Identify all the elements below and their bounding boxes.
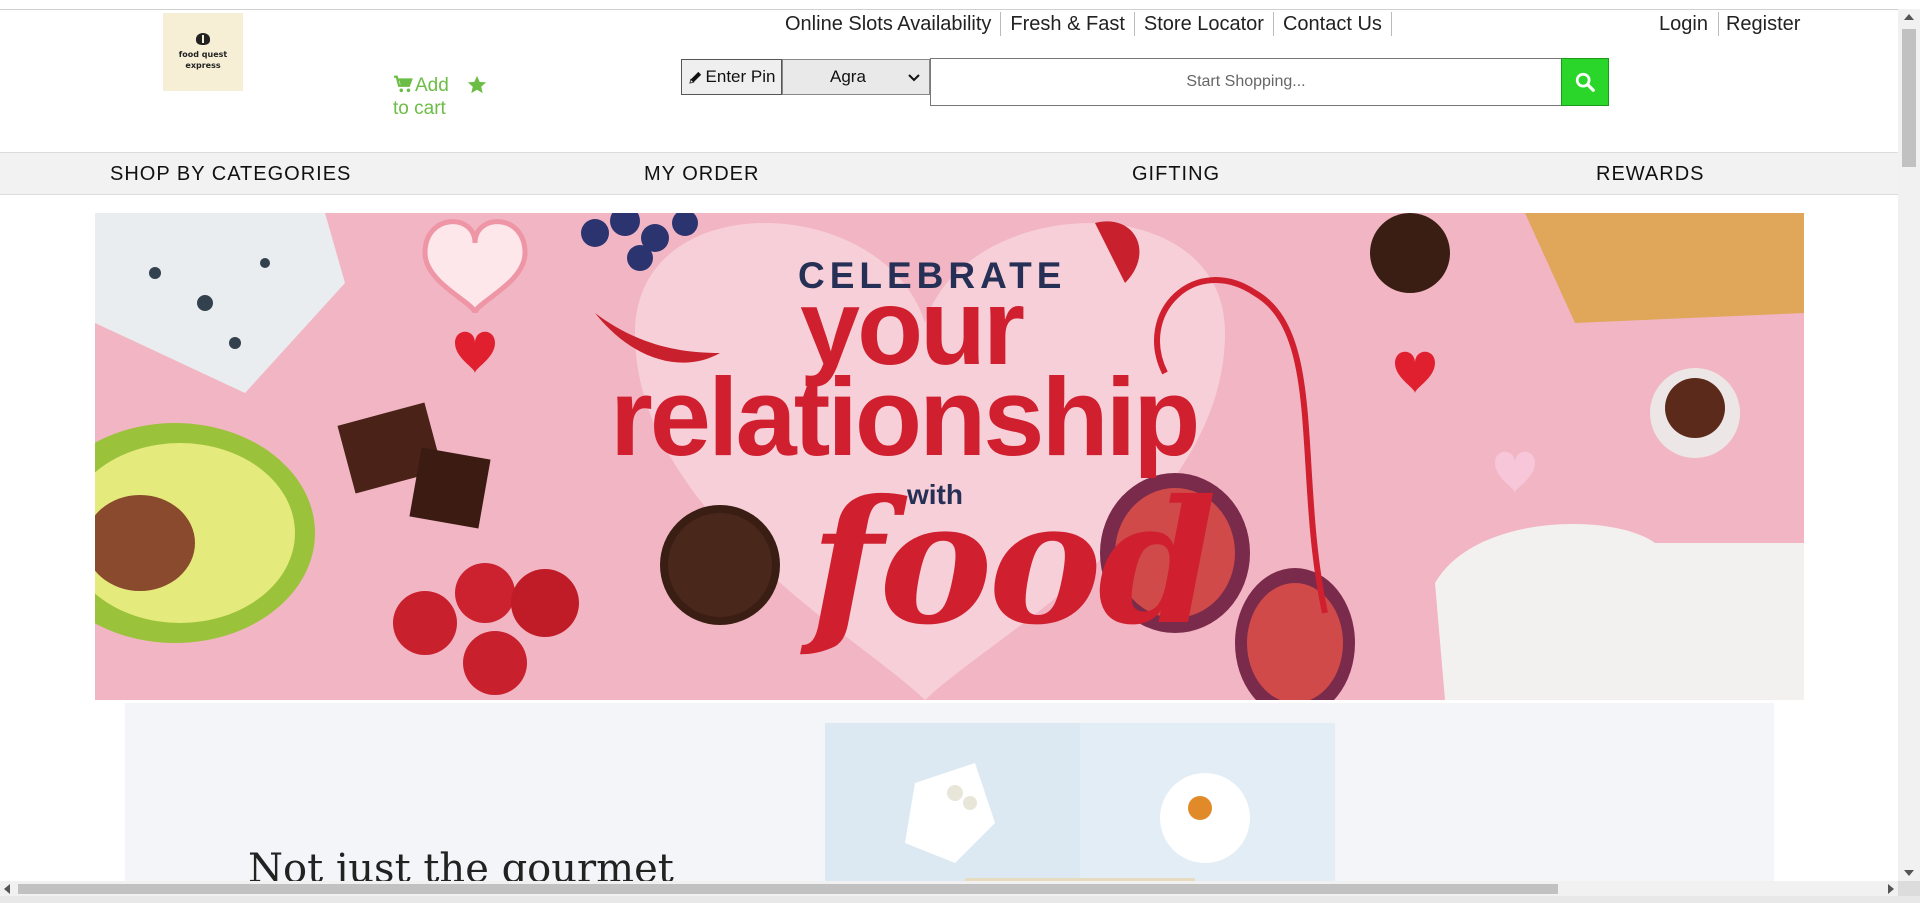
city-select[interactable]: Agra: [782, 59, 930, 95]
search-button[interactable]: [1561, 58, 1609, 106]
chevron-down-icon: [908, 74, 920, 82]
scrollbar-corner: [1898, 881, 1920, 896]
pencil-icon: [688, 71, 701, 84]
logo-line-2: express: [185, 61, 221, 70]
city-select-value: Agra: [830, 67, 866, 86]
cart-icon: [394, 75, 413, 93]
store-locator-link[interactable]: Store Locator: [1135, 12, 1274, 36]
window-bottom-edge: [0, 896, 1920, 903]
top-utility-links: Online Slots Availability Fresh & Fast S…: [780, 12, 1392, 36]
vertical-scrollbar[interactable]: [1898, 9, 1920, 881]
scroll-down-arrow-icon[interactable]: [1904, 870, 1914, 876]
horizontal-scroll-thumb[interactable]: [18, 884, 1558, 894]
login-link[interactable]: Login: [1652, 12, 1719, 36]
auth-links: Login Register: [1652, 12, 1807, 36]
enter-pin-button[interactable]: Enter Pin: [681, 59, 782, 95]
search-input[interactable]: [930, 58, 1562, 106]
hero-banner[interactable]: CELEBRATE your relationship with food: [95, 213, 1804, 700]
logo-line-1: food quest: [178, 50, 228, 59]
scroll-up-arrow-icon[interactable]: [1904, 14, 1914, 20]
promo-banner[interactable]: Not just the gourmet: [125, 703, 1774, 903]
site-logo[interactable]: food quest express: [163, 13, 243, 91]
logo-icon: [196, 33, 210, 45]
wishlist-star-icon[interactable]: [466, 74, 488, 96]
top-divider: [0, 9, 1898, 10]
online-slots-link[interactable]: Online Slots Availability: [780, 12, 1002, 36]
hero-artwork: [95, 213, 1804, 700]
nav-my-order[interactable]: MY ORDER: [644, 163, 759, 186]
add-to-cart-link[interactable]: Add to cart: [393, 74, 457, 120]
nav-shop-by-categories[interactable]: SHOP BY CATEGORIES: [110, 163, 351, 186]
nav-rewards[interactable]: REWARDS: [1596, 163, 1704, 186]
fresh-fast-link[interactable]: Fresh & Fast: [1001, 12, 1135, 36]
horizontal-scrollbar[interactable]: [0, 881, 1898, 896]
scroll-left-arrow-icon[interactable]: [4, 884, 10, 894]
search-icon: [1575, 72, 1595, 92]
enter-pin-label: Enter Pin: [705, 67, 776, 86]
register-link[interactable]: Register: [1719, 12, 1807, 36]
main-nav: SHOP BY CATEGORIES MY ORDER GIFTING REWA…: [0, 152, 1898, 195]
nav-gifting[interactable]: GIFTING: [1132, 163, 1220, 186]
promo-image: [825, 723, 1335, 903]
scroll-right-arrow-icon[interactable]: [1888, 884, 1894, 894]
contact-us-link[interactable]: Contact Us: [1274, 12, 1392, 36]
vertical-scroll-thumb[interactable]: [1902, 29, 1916, 167]
